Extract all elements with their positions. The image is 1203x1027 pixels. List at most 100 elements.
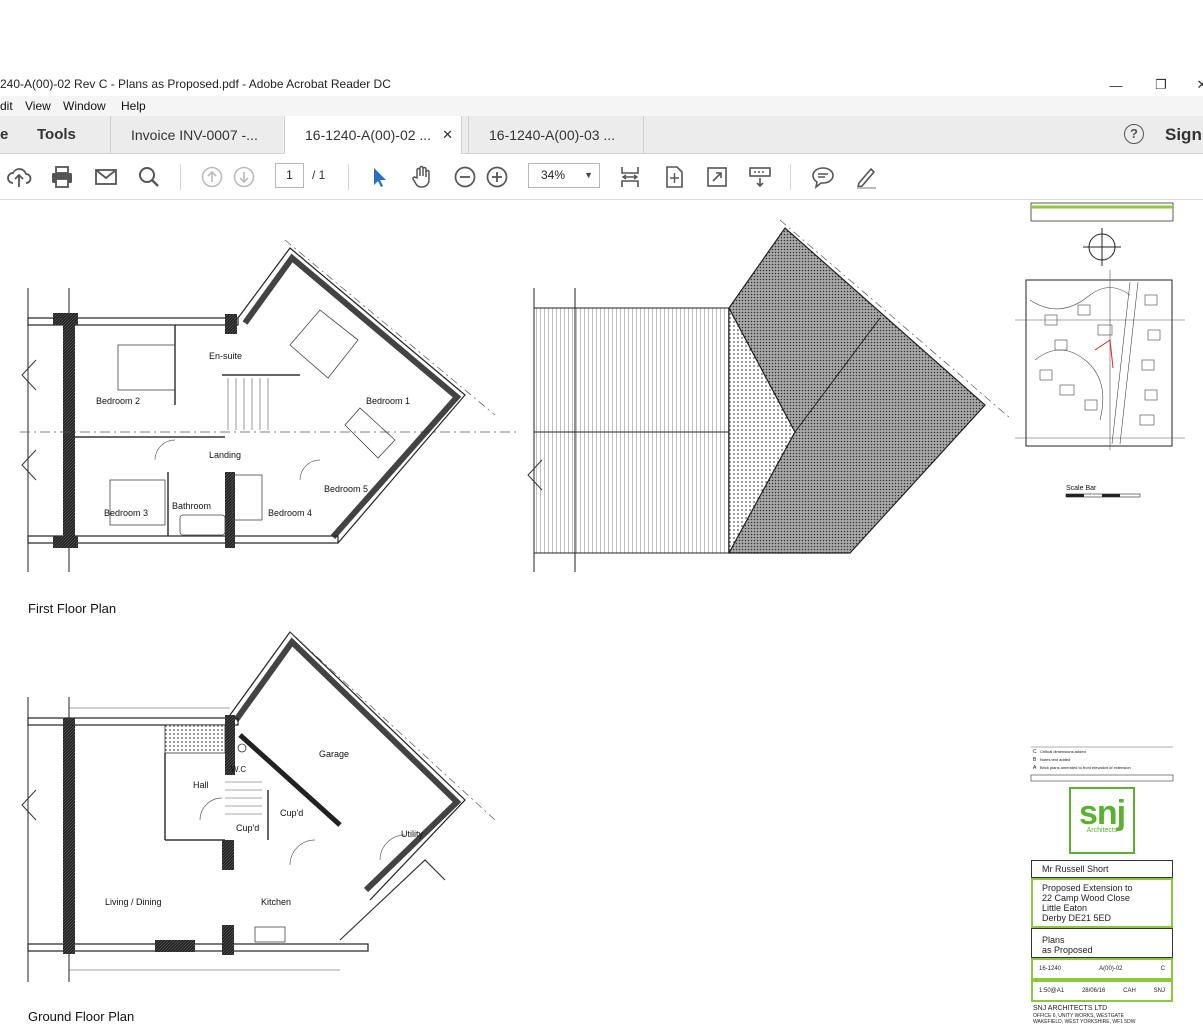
tab-label: 16-1240-A(00)-03 ... — [489, 127, 616, 143]
restore-icon[interactable]: ❐ — [1145, 74, 1177, 96]
room-label: Garage — [319, 749, 349, 759]
rev: C — [1160, 966, 1165, 972]
toolbar-separator — [348, 164, 349, 190]
tab-bar: e Tools Invoice INV-0007 -... 16-1240-A(… — [0, 116, 1203, 154]
room-label: Bedroom 2 — [96, 396, 140, 406]
drawn-by: CAH — [1123, 988, 1136, 994]
prev-page-icon[interactable] — [199, 164, 225, 190]
comment-icon[interactable] — [810, 164, 836, 190]
room-label: Utility — [401, 829, 423, 839]
company-box: SNJ ARCHITECTS LTD OFFICE 6, UNITY WORKS… — [1031, 1002, 1173, 1025]
client-name: Mr Russell Short — [1042, 864, 1109, 874]
room-label: En-suite — [209, 351, 242, 361]
architectural-drawing: En-suite Bedroom 2 Bedroom 1 Landing Bed… — [20, 202, 1185, 982]
room-label: Cup'd — [236, 823, 259, 833]
tab-label: Invoice INV-0007 -... — [131, 127, 258, 143]
project-line: 22 Camp Wood Close — [1042, 893, 1130, 903]
room-label: Hall — [193, 780, 209, 790]
tab-document-invoice[interactable]: Invoice INV-0007 -... — [110, 116, 284, 153]
company-name: SNJ ARCHITECTS LTD — [1033, 1005, 1108, 1012]
tab-home[interactable]: e — [0, 126, 8, 143]
zoom-in-icon[interactable] — [484, 164, 510, 190]
company-address: WAKEFIELD, WEST YORKSHIRE, WF1 5DW — [1033, 1019, 1136, 1025]
snj-architects-logo: snj Architects — [1069, 787, 1135, 854]
search-icon[interactable] — [136, 164, 162, 190]
description-line: as Proposed — [1042, 945, 1093, 955]
tab-document-plans-02[interactable]: 16-1240-A(00)-02 ... ✕ — [284, 116, 462, 154]
toolbar-separator — [790, 164, 791, 190]
authorised-by: SNJ — [1153, 988, 1165, 994]
zoom-select[interactable]: 34% ▼ — [528, 163, 600, 188]
room-label: Living / Dining — [105, 897, 162, 907]
toolbar: 1 / 1 34% ▼ — [0, 154, 1203, 200]
revisions-table: C Critical dimensions added B Notes text… — [1030, 746, 1174, 782]
revision-code: C — [1033, 749, 1037, 755]
menu-bar: dit View Window Help — [0, 96, 1203, 116]
scale: 1:50@A1 — [1039, 988, 1065, 994]
description-line: Plans — [1042, 935, 1065, 945]
mail-icon[interactable] — [93, 164, 119, 190]
title-block: Mr Russell Short Proposed Extension to 2… — [1031, 860, 1173, 1025]
fit-width-icon[interactable] — [617, 164, 643, 190]
revision-code: B — [1033, 757, 1037, 763]
room-label: W.C — [231, 765, 246, 774]
room-label: Bedroom 5 — [324, 484, 368, 494]
location-plan: Scale Bar — [1015, 202, 1185, 498]
tab-document-plans-03[interactable]: 16-1240-A(00)-03 ... — [468, 116, 644, 153]
page-total: / 1 — [312, 168, 326, 182]
room-label: Landing — [209, 450, 241, 460]
ground-floor-plan: Garage W.C Hall Cup'd Cup'd Utility Livi… — [21, 631, 496, 982]
ground-floor-caption: Ground Floor Plan — [28, 1009, 135, 1024]
menu-edit[interactable]: dit — [0, 99, 13, 113]
chevron-down-icon: ▼ — [584, 170, 593, 180]
tab-label: 16-1240-A(00)-02 ... — [305, 127, 432, 143]
close-window-icon[interactable]: ✕ — [1186, 74, 1203, 96]
first-floor-caption: First Floor Plan — [28, 601, 117, 616]
project-box: Proposed Extension to 22 Camp Wood Close… — [1031, 878, 1173, 928]
revision-text: Brick plans amended to front elevation o… — [1040, 765, 1131, 770]
project-line: Proposed Extension to — [1042, 883, 1133, 893]
help-icon[interactable]: ? — [1124, 124, 1144, 144]
close-tab-icon[interactable]: ✕ — [442, 127, 453, 143]
room-label: Bedroom 1 — [366, 396, 410, 406]
menu-view[interactable]: View — [25, 99, 51, 113]
upload-icon[interactable] — [6, 164, 32, 190]
page-number-input[interactable]: 1 — [275, 163, 304, 188]
room-label: Kitchen — [261, 897, 291, 907]
drawing-no: A(00)-02 — [1099, 966, 1123, 972]
hand-icon[interactable] — [409, 164, 435, 190]
job-row: 16-1240 A(00)-02 C — [1031, 958, 1173, 980]
room-label: Cup'd — [280, 808, 303, 818]
title-bar: 240-A(00)-02 Rev C - Plans as Proposed.p… — [0, 74, 1203, 96]
revision-text: Notes text added — [1040, 757, 1070, 762]
revision-code: A — [1033, 765, 1037, 771]
client-box: Mr Russell Short — [1031, 860, 1173, 878]
scale-bar-label: Scale Bar — [1066, 485, 1097, 492]
project-line: Little Eaton — [1042, 903, 1088, 913]
document-viewer[interactable]: En-suite Bedroom 2 Bedroom 1 Landing Bed… — [0, 200, 1203, 1027]
sign-button[interactable]: Sign — [1165, 125, 1202, 145]
first-floor-plan: En-suite Bedroom 2 Bedroom 1 Landing Bed… — [20, 239, 520, 572]
fit-page-icon[interactable] — [661, 164, 687, 190]
revision-text: Critical dimensions added — [1040, 749, 1086, 754]
next-page-icon[interactable] — [231, 164, 257, 190]
menu-help[interactable]: Help — [121, 99, 146, 113]
zoom-out-icon[interactable] — [452, 164, 478, 190]
room-label: Bedroom 4 — [268, 508, 312, 518]
zoom-value: 34% — [541, 168, 566, 182]
window-title: 240-A(00)-02 Rev C - Plans as Proposed.p… — [0, 77, 391, 91]
tab-tools[interactable]: Tools — [37, 126, 76, 143]
scale-row: 1:50@A1 28/06/16 CAH SNJ — [1031, 980, 1173, 1002]
print-icon[interactable] — [49, 164, 75, 190]
minimize-icon[interactable]: — — [1100, 74, 1132, 96]
scroll-mode-icon[interactable] — [747, 164, 773, 190]
room-label: Bedroom 3 — [104, 508, 148, 518]
highlight-pen-icon[interactable] — [853, 164, 879, 190]
menu-window[interactable]: Window — [63, 99, 106, 113]
toolbar-separator — [180, 164, 181, 190]
job-no: 16-1240 — [1039, 966, 1062, 972]
full-screen-icon[interactable] — [704, 164, 730, 190]
select-cursor-icon[interactable] — [366, 164, 392, 190]
description-box: Plans as Proposed — [1031, 928, 1173, 958]
date-drawn: 28/06/16 — [1081, 988, 1106, 994]
